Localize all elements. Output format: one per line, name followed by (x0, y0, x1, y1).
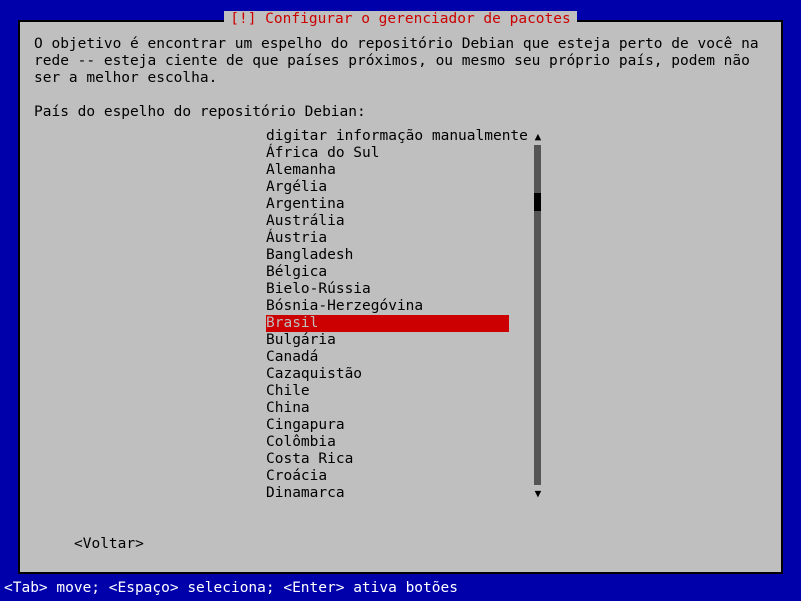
list-item[interactable]: Austrália (266, 213, 532, 230)
list-item[interactable]: Brasil (266, 315, 509, 332)
help-bar: <Tab> move; <Espaço> seleciona; <Enter> … (4, 580, 458, 596)
config-dialog: [!] Configurar o gerenciador de pacotes … (18, 20, 783, 574)
list-item[interactable]: Dinamarca (266, 485, 532, 502)
scrollbar[interactable]: ▲ ▼ (532, 128, 544, 502)
list-item[interactable]: Chile (266, 383, 532, 400)
scroll-track[interactable] (534, 145, 541, 485)
list-item[interactable]: digitar informação manualmente (266, 128, 532, 145)
list-item[interactable]: Bielo-Rússia (266, 281, 532, 298)
list-item[interactable]: Alemanha (266, 162, 532, 179)
scroll-up-icon[interactable]: ▲ (535, 128, 542, 145)
list-item[interactable]: Colômbia (266, 434, 532, 451)
list-item[interactable]: Cazaquistão (266, 366, 532, 383)
list-item[interactable]: Canadá (266, 349, 532, 366)
scroll-thumb[interactable] (534, 193, 541, 211)
dialog-content: O objetivo é encontrar um espelho do rep… (20, 22, 781, 512)
list-item[interactable]: Bulgária (266, 332, 532, 349)
list-item[interactable]: Áustria (266, 230, 532, 247)
list-area: digitar informação manualmenteÁfrica do … (266, 128, 767, 502)
list-item[interactable]: Cingapura (266, 417, 532, 434)
list-item[interactable]: Bósnia-Herzegóvina (266, 298, 532, 315)
list-item[interactable]: Bangladesh (266, 247, 532, 264)
list-item[interactable]: Argélia (266, 179, 532, 196)
list-item[interactable]: África do Sul (266, 145, 532, 162)
dialog-description: O objetivo é encontrar um espelho do rep… (34, 36, 767, 87)
scroll-down-icon[interactable]: ▼ (535, 485, 542, 502)
back-button[interactable]: <Voltar> (74, 536, 144, 552)
dialog-title: [!] Configurar o gerenciador de pacotes (224, 11, 576, 27)
list-item[interactable]: Bélgica (266, 264, 532, 281)
dialog-prompt: País do espelho do repositório Debian: (34, 104, 767, 120)
list-item[interactable]: Argentina (266, 196, 532, 213)
dialog-title-wrap: [!] Configurar o gerenciador de pacotes (20, 11, 781, 27)
list-item[interactable]: Croácia (266, 468, 532, 485)
list-item[interactable]: China (266, 400, 532, 417)
country-list[interactable]: digitar informação manualmenteÁfrica do … (266, 128, 532, 502)
list-item[interactable]: Costa Rica (266, 451, 532, 468)
